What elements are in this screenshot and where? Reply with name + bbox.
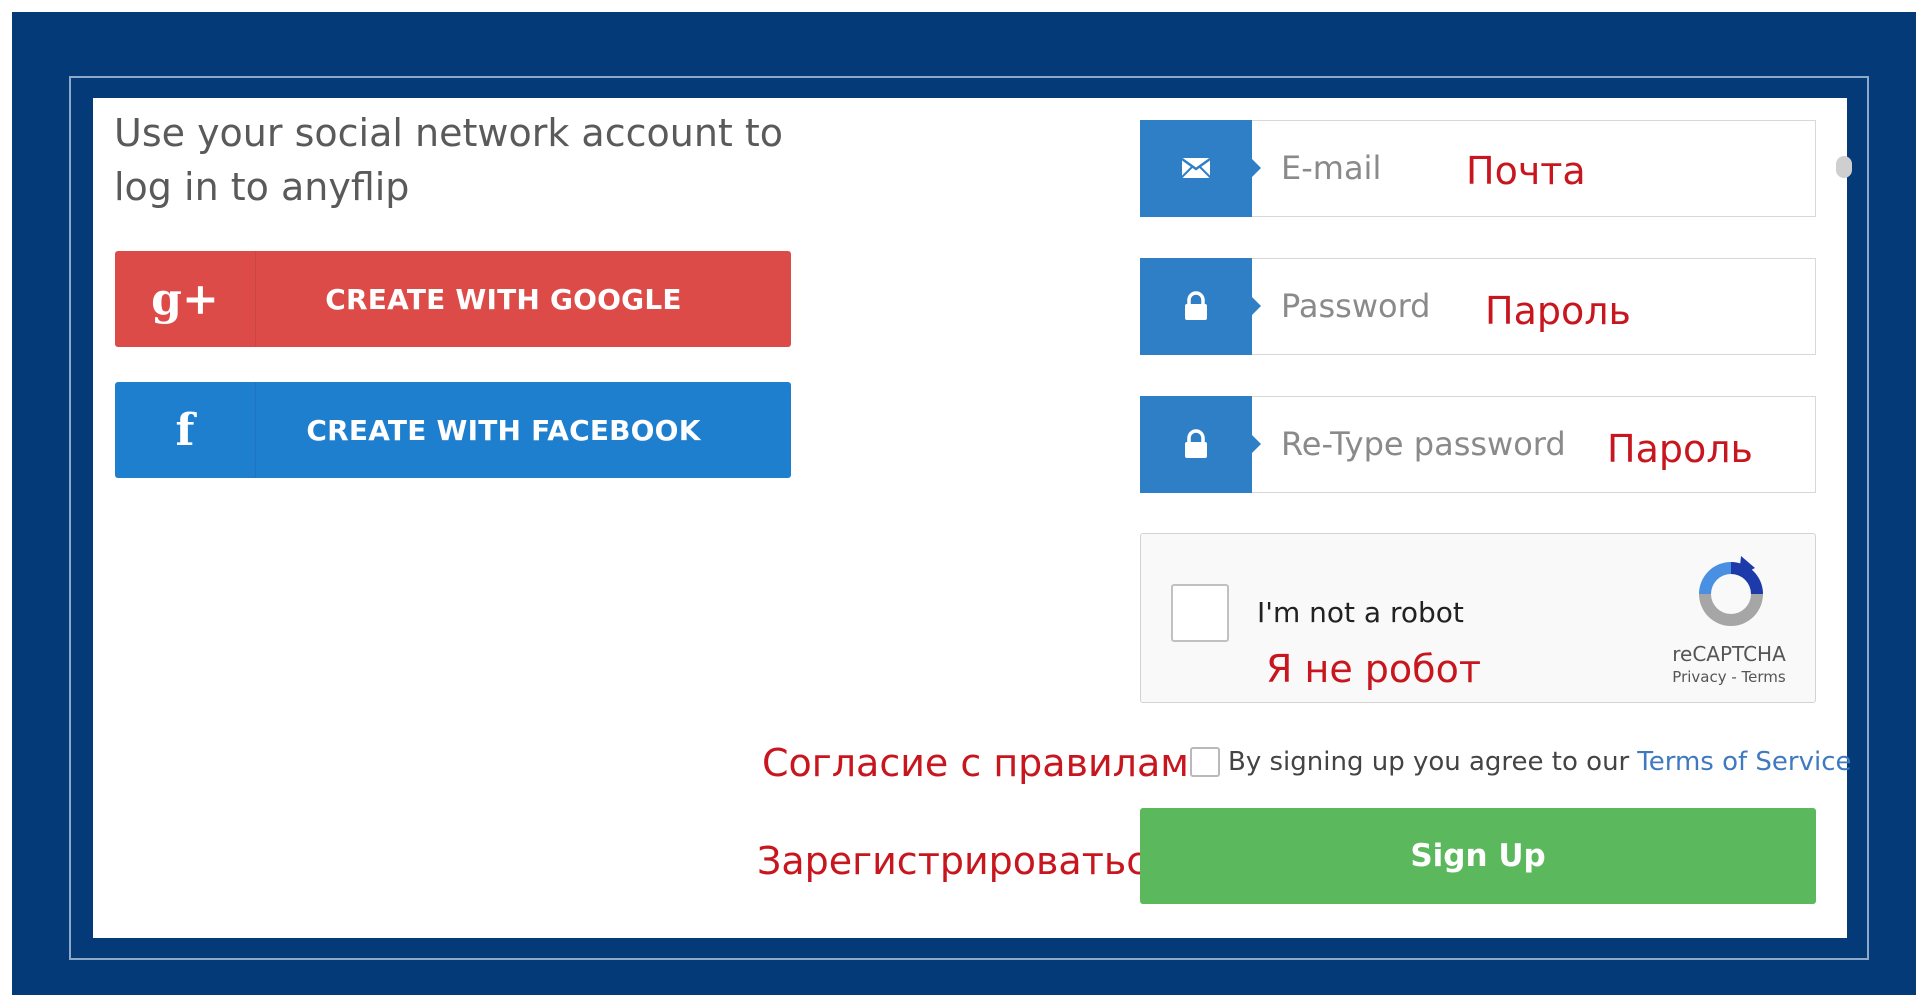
recaptcha-label: I'm not a robot bbox=[1257, 596, 1464, 629]
terms-of-service-link[interactable]: Terms of Service bbox=[1637, 747, 1851, 777]
create-with-google-button[interactable]: g+ CREATE WITH GOOGLE bbox=[115, 251, 791, 347]
envelope-icon bbox=[1139, 119, 1261, 217]
google-button-label: CREATE WITH GOOGLE bbox=[325, 282, 682, 316]
create-with-facebook-button[interactable]: f CREATE WITH FACEBOOK bbox=[115, 382, 791, 478]
terms-checkbox[interactable] bbox=[1190, 747, 1220, 777]
recaptcha-checkbox[interactable] bbox=[1171, 584, 1229, 642]
facebook-icon: f bbox=[115, 382, 256, 478]
recaptcha-brand: reCAPTCHA bbox=[1672, 642, 1786, 666]
recaptcha-logo-icon bbox=[1699, 556, 1763, 626]
lock-icon bbox=[1139, 395, 1261, 493]
scrollbar-handle[interactable] bbox=[1836, 156, 1852, 178]
signup-annotation: Зарегистрироваться bbox=[757, 839, 1170, 883]
intro-text: Use your social network account to log i… bbox=[114, 111, 784, 209]
recaptcha-annotation: Я не робот bbox=[1266, 647, 1481, 691]
email-annotation: Почта bbox=[1466, 149, 1586, 193]
terms-text: By signing up you agree to our bbox=[1228, 747, 1630, 777]
facebook-button-label: CREATE WITH FACEBOOK bbox=[306, 413, 701, 447]
recaptcha-privacy-terms-link[interactable]: Privacy - Terms bbox=[1649, 668, 1809, 686]
google-plus-icon: g+ bbox=[115, 251, 256, 347]
terms-annotation: Согласие с правилами bbox=[762, 741, 1214, 785]
sign-up-button[interactable]: Sign Up bbox=[1140, 808, 1816, 904]
lock-icon bbox=[1139, 257, 1261, 355]
password-annotation: Пароль bbox=[1485, 289, 1631, 333]
terms-agreement-row: By signing up you agree to our Terms of … bbox=[1190, 742, 1852, 782]
password-field-group bbox=[1139, 257, 1816, 355]
retype-password-annotation: Пароль bbox=[1607, 427, 1753, 471]
